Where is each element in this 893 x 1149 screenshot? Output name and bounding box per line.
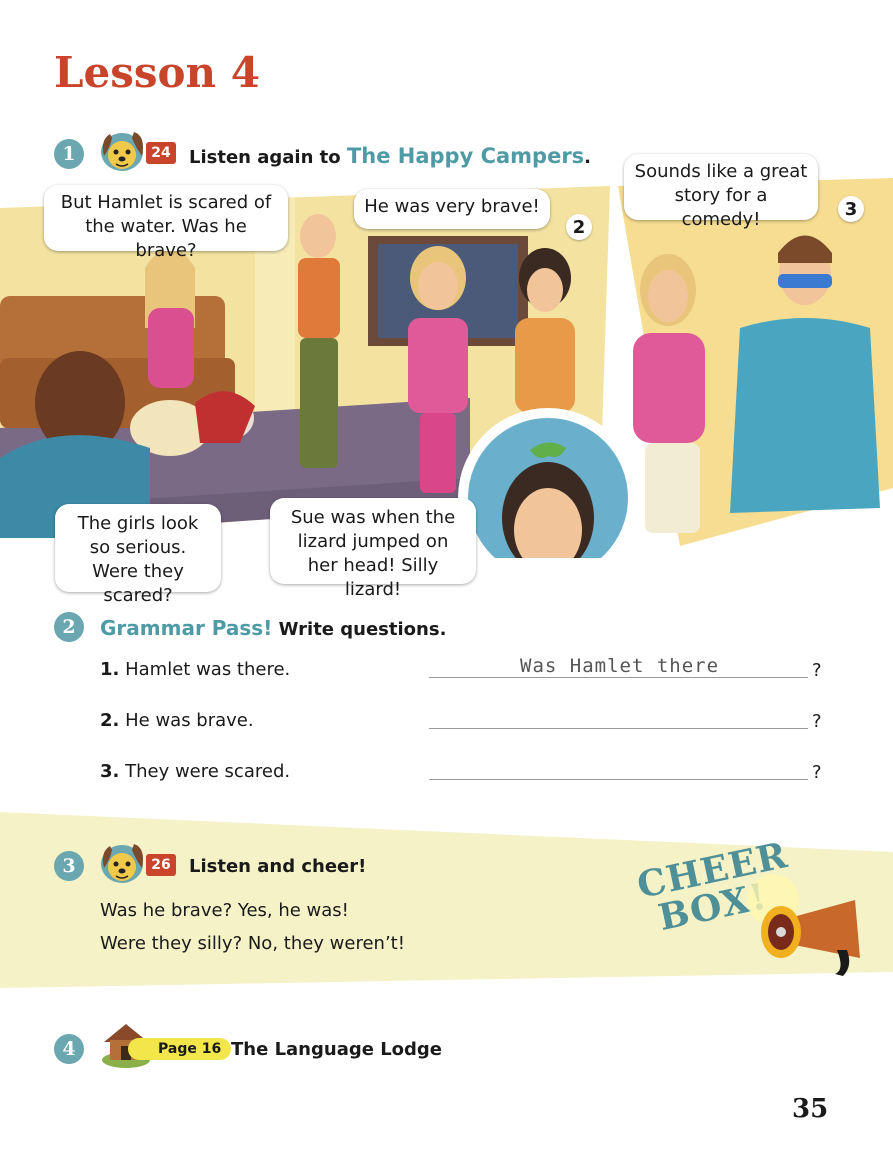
activity-2-heading: Grammar Pass! Write questions. bbox=[100, 616, 446, 640]
exercise-item-3: 3. They were scared. bbox=[100, 761, 290, 782]
lesson-title: Lesson 4 bbox=[54, 48, 260, 97]
audio-track-badge[interactable]: 24 bbox=[146, 142, 176, 164]
panel-3-number: 3 bbox=[838, 196, 864, 222]
speech-bubble-hamlet-scared: But Hamlet is scared of the water. Was h… bbox=[44, 185, 288, 261]
story-title: The Happy Campers bbox=[346, 144, 585, 168]
activity-2-number: 2 bbox=[54, 612, 84, 642]
question-mark-3: ? bbox=[812, 762, 822, 783]
audio-track-badge[interactable]: 26 bbox=[146, 854, 176, 876]
item-text: They were scared. bbox=[125, 761, 291, 782]
chant-line-2: Were they silly? No, they weren’t! bbox=[100, 933, 405, 954]
question-mark-1: ? bbox=[812, 660, 822, 681]
instruction-text: Listen again to bbox=[189, 147, 341, 168]
exercise-item-1: 1. Hamlet was there. bbox=[100, 659, 290, 680]
activity-3-number: 3 bbox=[54, 851, 84, 881]
dog-mascot-icon bbox=[101, 844, 143, 883]
panel-2-number: 2 bbox=[566, 214, 592, 240]
speech-bubble-very-brave: He was very brave! bbox=[354, 189, 550, 229]
speech-bubble-girls-serious: The girls look so serious. Were they sca… bbox=[55, 504, 221, 606]
megaphone-icon bbox=[747, 874, 860, 976]
item-number: 2. bbox=[100, 710, 120, 731]
dog-mascot-icon bbox=[101, 132, 143, 171]
activity-1-number: 1 bbox=[54, 139, 84, 169]
answer-line-1[interactable] bbox=[429, 677, 808, 678]
item-text: Hamlet was there. bbox=[125, 659, 291, 680]
activity-4-number: 4 bbox=[54, 1034, 84, 1064]
page-number: 35 bbox=[792, 1094, 829, 1124]
exercise-item-2: 2. He was brave. bbox=[100, 710, 254, 731]
answer-field-1[interactable]: Was Hamlet there bbox=[520, 655, 719, 677]
activity-3-instruction: Listen and cheer! bbox=[189, 856, 367, 877]
activity-4-title: The Language Lodge bbox=[231, 1039, 443, 1060]
chant-line-1: Was he brave? Yes, he was! bbox=[100, 900, 349, 921]
grammar-pass-title: Grammar Pass! bbox=[100, 616, 273, 640]
speech-bubble-sue-lizard: Sue was when the lizard jumped on her he… bbox=[270, 498, 476, 600]
activity-2-instruction: Write questions. bbox=[278, 619, 447, 640]
page-reference-badge[interactable]: Page 16 bbox=[128, 1038, 232, 1060]
question-mark-2: ? bbox=[812, 711, 822, 732]
activity-1-instruction: Listen again to The Happy Campers. bbox=[189, 144, 591, 168]
title-period: . bbox=[584, 147, 592, 168]
item-number: 1. bbox=[100, 659, 120, 680]
speech-bubble-great-story: Sounds like a great story for a comedy! bbox=[624, 154, 818, 230]
item-number: 3. bbox=[100, 761, 120, 782]
item-text: He was brave. bbox=[125, 710, 254, 731]
answer-line-3[interactable] bbox=[429, 779, 808, 780]
answer-line-2[interactable] bbox=[429, 728, 808, 729]
